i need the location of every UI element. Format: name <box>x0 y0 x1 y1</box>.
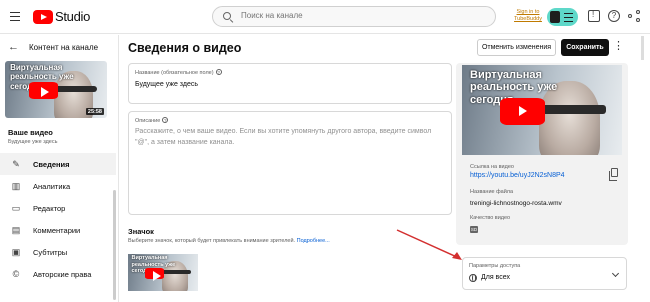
title-field-label: Название (обязательное поле)? <box>135 69 222 76</box>
youtube-studio-logo[interactable]: Studio <box>33 9 90 24</box>
sidebar-item-label: Авторские права <box>33 269 92 279</box>
description-field[interactable]: Описание? Расскажите, о чем ваше видео. … <box>128 111 452 215</box>
main-scrollbar[interactable] <box>641 36 644 60</box>
sidebar-item-copyright[interactable]: © Авторские права <box>0 263 116 285</box>
help-icon[interactable]: ? <box>162 117 169 123</box>
undo-changes-button[interactable]: Отменить изменения <box>477 39 556 56</box>
help-icon[interactable]: ? <box>215 69 222 75</box>
back-arrow-icon[interactable]: ← <box>8 42 19 53</box>
play-icon <box>144 267 165 282</box>
annotation-arrow <box>396 229 462 260</box>
feedback-icon[interactable] <box>588 10 600 22</box>
editor-icon: ▭ <box>11 202 21 213</box>
sidebar-item-label: Аналитика <box>33 181 71 191</box>
video-link-label: Ссылка на видео <box>470 164 514 170</box>
sidebar-item-label: Комментарии <box>33 225 81 235</box>
sidebar: ← Контент на канале Виртуальная реальнос… <box>0 35 119 302</box>
sidebar-scrollbar[interactable] <box>113 190 116 300</box>
title-input[interactable]: Будущее уже здесь <box>135 81 198 88</box>
share-icon[interactable] <box>628 10 642 22</box>
thumbnail-subtitle-text: Выберите значок, который будет привлекат… <box>128 238 296 244</box>
title-field-label-text: Название (обязательное поле) <box>135 70 214 76</box>
description-field-label-text: Описание <box>135 118 161 124</box>
analytics-icon: ▥ <box>11 180 21 191</box>
search-icon[interactable] <box>223 12 231 20</box>
pencil-icon: ✎ <box>12 158 20 169</box>
play-icon <box>500 98 546 126</box>
thumbnail-section-title: Значок <box>128 227 154 236</box>
top-bar: Studio Sign in to TubeBuddy ? <box>0 0 650 34</box>
visibility-label: Параметры доступа <box>469 263 521 269</box>
sidebar-nav: ✎ Сведения ▥ Аналитика ▭ Редактор ▤ Комм… <box>0 153 116 285</box>
save-button[interactable]: Сохранить <box>561 39 609 56</box>
sidebar-item-details[interactable]: ✎ Сведения <box>0 153 116 175</box>
back-to-content[interactable]: ← Контент на канале <box>8 42 99 53</box>
play-icon <box>29 82 59 100</box>
youtube-logo-icon <box>33 9 53 24</box>
tubebuddy-extension-button[interactable] <box>547 8 578 26</box>
filename-value: treningi-lichnostnogo-rosta.wmv <box>470 200 562 207</box>
learn-more-link[interactable]: Подробнее... <box>297 238 330 244</box>
help-icon[interactable]: ? <box>608 10 620 22</box>
subtitles-icon: ▣ <box>11 246 21 257</box>
page-title: Сведения о видео <box>128 41 242 55</box>
video-quality-badge: SD <box>470 226 478 233</box>
your-video-heading: Ваше видео <box>8 128 53 137</box>
your-video-title: Будущее уже здесь <box>8 139 58 145</box>
sidebar-item-label: Субтитры <box>33 247 68 257</box>
more-options-icon[interactable]: ⋮ <box>613 41 624 53</box>
video-link[interactable]: https://youtu.be/uyJ2N2sN8P4 <box>470 172 565 179</box>
filename-label: Название файла <box>470 189 514 195</box>
comments-icon: ▤ <box>11 224 21 235</box>
globe-icon <box>469 274 477 282</box>
copyright-icon: © <box>12 269 20 279</box>
video-quality-label: Качество видео <box>470 215 511 221</box>
visibility-dropdown[interactable]: Параметры доступа Для всех <box>462 257 627 290</box>
visibility-value: Для всех <box>481 274 510 281</box>
sidebar-title: Контент на канале <box>29 42 99 52</box>
search-bar[interactable] <box>212 6 496 27</box>
sidebar-item-comments[interactable]: ▤ Комментарии <box>0 219 116 241</box>
tubebuddy-icon <box>550 11 560 23</box>
video-preview-player[interactable]: Виртуальная реальность уже сегодня <box>462 65 622 155</box>
sidebar-video-thumbnail[interactable]: Виртуальная реальность уже сегодня 25:58 <box>5 61 107 118</box>
title-field[interactable]: Название (обязательное поле)? Будущее уж… <box>128 63 452 104</box>
search-input[interactable] <box>241 11 481 20</box>
menu-icon <box>564 13 573 24</box>
tubebuddy-sign-in-link[interactable]: Sign in to TubeBuddy <box>510 9 546 23</box>
sidebar-item-subtitles[interactable]: ▣ Субтитры <box>0 241 116 263</box>
copy-icon[interactable] <box>609 168 618 181</box>
description-field-label: Описание? <box>135 117 169 124</box>
sidebar-item-editor[interactable]: ▭ Редактор <box>0 197 116 219</box>
description-input[interactable]: Расскажите, о чем ваше видео. Если вы хо… <box>135 126 447 148</box>
thumbnail-option[interactable]: Виртуальная реальность уже сегодня <box>128 254 198 291</box>
logo-text: Studio <box>55 9 91 24</box>
sidebar-item-label: Сведения <box>33 159 70 169</box>
thumbnail-section-subtitle: Выберите значок, который будет привлекат… <box>128 238 330 244</box>
sidebar-item-label: Редактор <box>33 203 66 213</box>
chevron-down-icon <box>611 269 620 278</box>
hamburger-menu-icon[interactable] <box>10 12 20 21</box>
video-preview-card: Виртуальная реальность уже сегодня Ссылк… <box>456 63 628 245</box>
video-duration: 25:58 <box>85 108 104 115</box>
sidebar-item-analytics[interactable]: ▥ Аналитика <box>0 175 116 197</box>
